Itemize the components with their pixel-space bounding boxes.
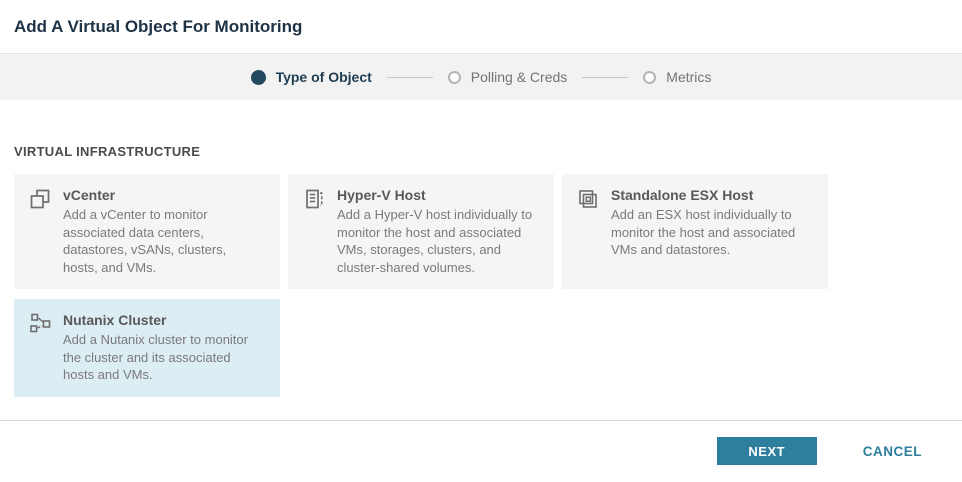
vcenter-overlapping-squares-icon [29, 188, 51, 210]
object-type-cards: vCenter Add a vCenter to monitor associa… [14, 174, 962, 397]
card-standalone-esx-host[interactable]: Standalone ESX Host Add an ESX host indi… [562, 174, 828, 289]
card-description: Add a Nutanix cluster to monitor the clu… [63, 331, 264, 384]
card-description: Add a vCenter to monitor associated data… [63, 206, 264, 276]
card-title: Hyper-V Host [337, 187, 538, 203]
next-button[interactable]: NEXT [717, 437, 817, 465]
card-body: Hyper-V Host Add a Hyper-V host individu… [337, 187, 538, 276]
card-body: Standalone ESX Host Add an ESX host indi… [611, 187, 812, 276]
page-title: Add A Virtual Object For Monitoring [14, 17, 948, 37]
nutanix-cluster-icon [29, 313, 51, 335]
card-body: Nutanix Cluster Add a Nutanix cluster to… [63, 312, 264, 384]
stepper: Type of Object Polling & Creds Metrics [0, 54, 962, 100]
step-label: Type of Object [276, 69, 372, 85]
section-heading-virtual-infrastructure: VIRTUAL INFRASTRUCTURE [14, 144, 962, 159]
card-body: vCenter Add a vCenter to monitor associa… [63, 187, 264, 276]
step-empty-circle-icon [448, 71, 461, 84]
step-label: Polling & Creds [471, 69, 568, 85]
step-metrics[interactable]: Metrics [643, 69, 711, 85]
step-connector [387, 77, 433, 78]
step-filled-circle-icon [251, 70, 266, 85]
card-description: Add an ESX host individually to monitor … [611, 206, 812, 259]
card-vcenter[interactable]: vCenter Add a vCenter to monitor associa… [14, 174, 280, 289]
step-polling-and-creds[interactable]: Polling & Creds [448, 69, 568, 85]
cancel-button[interactable]: CANCEL [863, 444, 922, 459]
card-title: Standalone ESX Host [611, 187, 812, 203]
card-title: vCenter [63, 187, 264, 203]
card-title: Nutanix Cluster [63, 312, 264, 328]
esx-nested-squares-icon [577, 188, 599, 210]
step-connector [582, 77, 628, 78]
card-hyperv-host[interactable]: Hyper-V Host Add a Hyper-V host individu… [288, 174, 554, 289]
footer: NEXT CANCEL [0, 420, 962, 465]
header: Add A Virtual Object For Monitoring [0, 0, 962, 54]
step-type-of-object[interactable]: Type of Object [251, 69, 372, 85]
card-nutanix-cluster[interactable]: Nutanix Cluster Add a Nutanix cluster to… [14, 299, 280, 397]
card-description: Add a Hyper-V host individually to monit… [337, 206, 538, 276]
hyperv-server-icon [303, 188, 325, 210]
step-empty-circle-icon [643, 71, 656, 84]
step-label: Metrics [666, 69, 711, 85]
